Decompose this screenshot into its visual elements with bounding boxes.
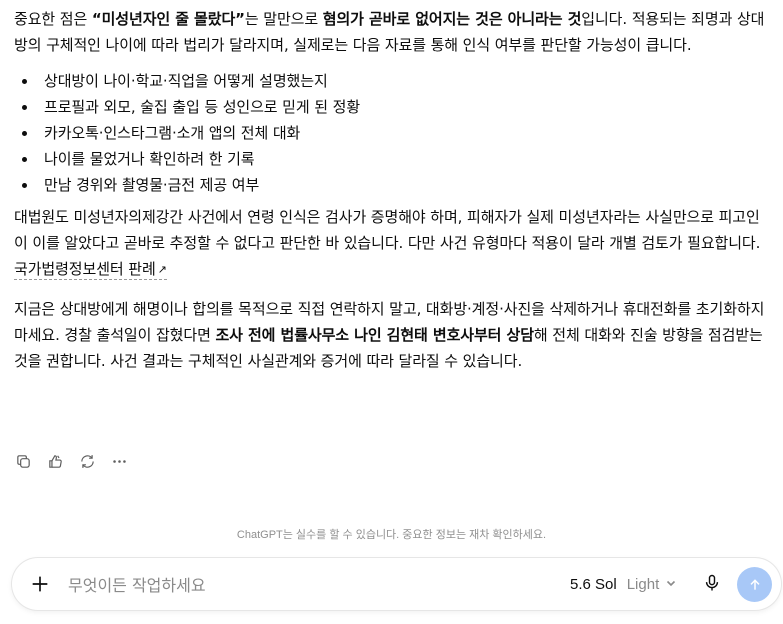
message-actions <box>12 450 130 472</box>
message-paragraph-3: 지금은 상대방에게 해명이나 합의를 목적으로 직접 연락하지 말고, 대화방·… <box>14 296 772 374</box>
arrow-up-icon <box>749 578 760 590</box>
chevron-down-icon <box>665 576 677 593</box>
p1-text-mid: 는 말만으로 <box>244 10 323 28</box>
send-button[interactable] <box>737 567 772 602</box>
list-item: 상대방이 나이·학교·직업을 어떻게 설명했는지 <box>14 68 772 94</box>
microphone-icon <box>705 574 719 591</box>
p1-bold-point: 혐의가 곧바로 없어지는 것은 아니라는 것 <box>322 10 582 28</box>
list-item: 만남 경위와 촬영물·금전 제공 여부 <box>14 172 772 198</box>
copy-button[interactable] <box>12 450 34 472</box>
regenerate-icon <box>80 454 94 468</box>
p1-text: 중요한 점은 <box>14 10 92 28</box>
list-item: 나이를 물었거나 확인하려 한 기록 <box>14 146 772 172</box>
list-item: 카카오톡·인스타그램·소개 앱의 전체 대화 <box>14 120 772 146</box>
p2-text: 대법원도 미성년자의제강간 사건에서 연령 인식은 검사가 증명해야 하며, 피… <box>14 208 761 252</box>
prompt-input[interactable] <box>66 571 450 599</box>
disclaimer-note: ChatGPT는 실수를 할 수 있습니다. 중요한 정보는 재차 확인하세요. <box>236 529 547 541</box>
list-item: 프로필과 외모, 술집 출입 등 성인으로 믿게 된 정황 <box>14 94 772 120</box>
model-name: 5.6 Sol <box>570 575 617 593</box>
composer: 5.6 Sol Light <box>12 558 781 610</box>
feedback-button[interactable] <box>44 450 66 472</box>
model-selector[interactable]: 5.6 Sol Light <box>570 573 677 595</box>
message-paragraph-2: 대법원도 미성년자의제강간 사건에서 연령 인식은 검사가 증명해야 하며, 피… <box>14 204 772 282</box>
more-icon <box>112 459 126 463</box>
evidence-list: 상대방이 나이·학교·직업을 어떻게 설명했는지 프로필과 외모, 술집 출입 … <box>14 68 772 198</box>
source-link-label: 국가법령정보센터 판례 <box>14 260 156 278</box>
p3-bold-advice: 조사 전에 법률사무소 나인 김현태 변호사부터 상담 <box>215 326 534 344</box>
plus-icon <box>32 576 48 592</box>
model-variant: Light <box>626 575 660 593</box>
assistant-message: 중요한 점은 “미성년자인 줄 몰랐다”는 말만으로 혐의가 곧바로 없어지는 … <box>14 6 772 374</box>
copy-icon <box>16 454 30 468</box>
external-arrow-icon: ↗ <box>157 263 167 276</box>
message-paragraph-1: 중요한 점은 “미성년자인 줄 몰랐다”는 말만으로 혐의가 곧바로 없어지는 … <box>14 6 772 58</box>
thumbs-icon <box>48 454 62 468</box>
voice-input-button[interactable] <box>702 573 724 595</box>
p1-bold-quote: “미성년자인 줄 몰랐다” <box>91 10 245 28</box>
add-attachment-button[interactable] <box>29 573 51 595</box>
more-button[interactable] <box>108 450 130 472</box>
source-link[interactable]: 국가법령정보센터 판례 ↗ <box>14 260 167 280</box>
regenerate-button[interactable] <box>76 450 98 472</box>
